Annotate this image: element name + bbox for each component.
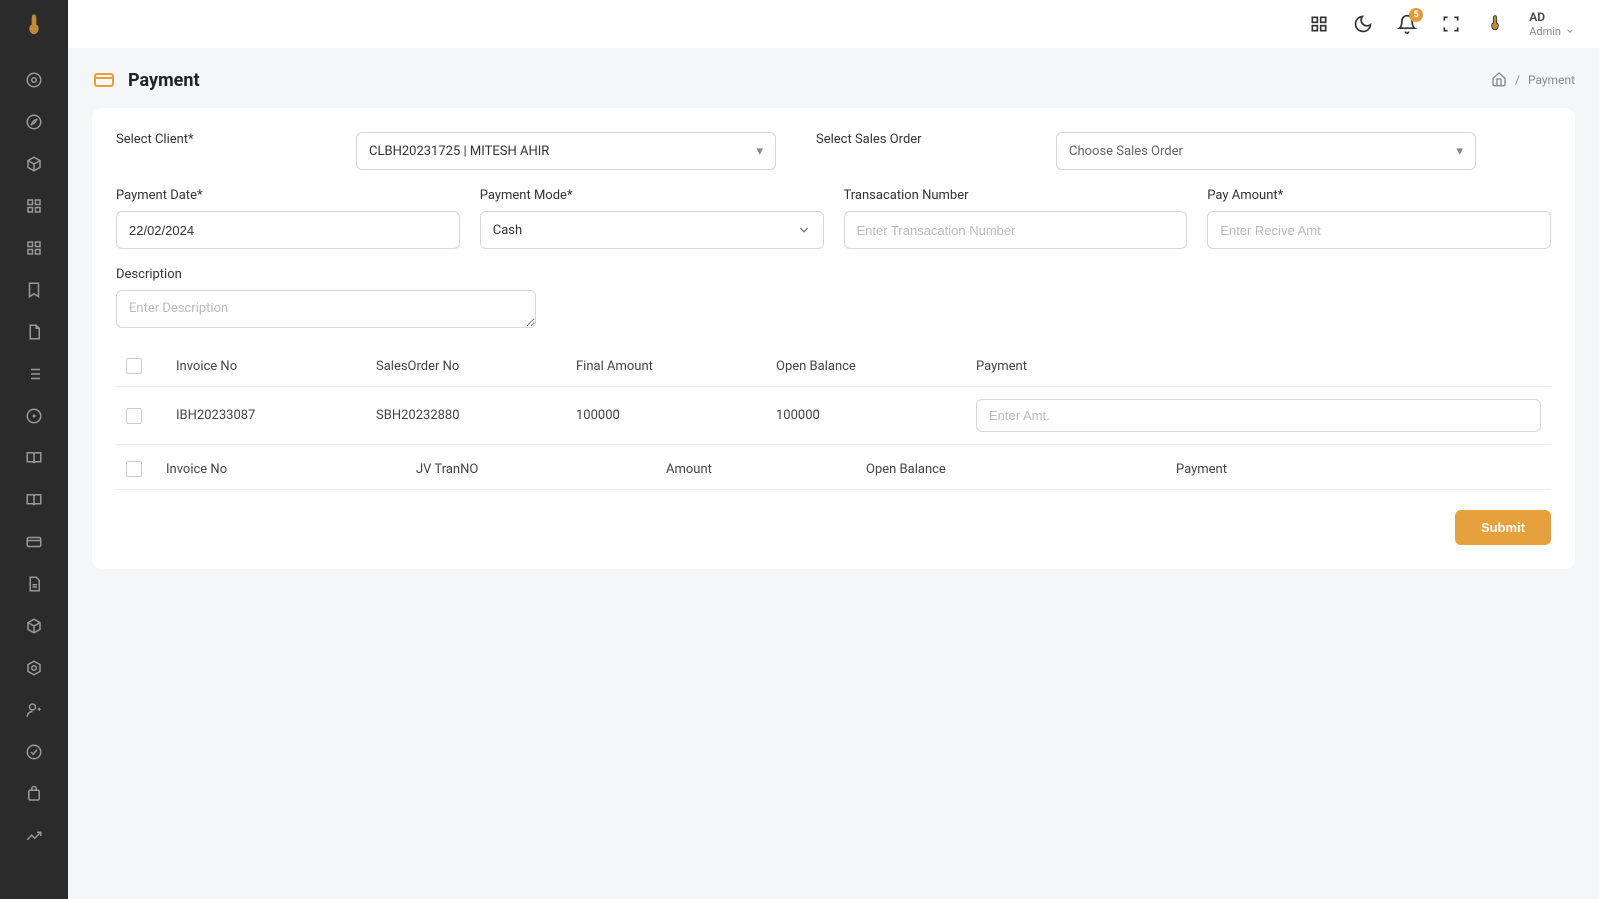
sidebar-item-bookmark[interactable]	[14, 270, 54, 310]
row-checkbox[interactable]	[126, 408, 142, 424]
sidebar-item-grid-2[interactable]	[14, 228, 54, 268]
jv-table: Invoice No JV TranNO Amount Open Balance…	[116, 449, 1551, 490]
sidebar-item-compass[interactable]	[14, 102, 54, 142]
invoice-table: Invoice No SalesOrder No Final Amount Op…	[116, 346, 1551, 445]
notification-badge: 5	[1409, 8, 1423, 22]
main-content: Payment / Payment Select Client* CLBH202…	[68, 48, 1599, 589]
apps-icon[interactable]	[1309, 14, 1329, 34]
dark-mode-icon[interactable]	[1353, 14, 1373, 34]
submit-button[interactable]: Submit	[1455, 510, 1551, 545]
th2-amount: Amount	[656, 449, 856, 490]
sidebar-item-check[interactable]	[14, 732, 54, 772]
table-row: IBH20233087 SBH20232880 100000 100000	[116, 387, 1551, 445]
payment-date-input[interactable]	[116, 211, 460, 249]
payment-card: Select Client* CLBH20231725 | MITESH AHI…	[92, 108, 1575, 569]
page-title: Payment	[128, 70, 200, 91]
payment-page-icon	[92, 68, 116, 92]
th-open-balance: Open Balance	[766, 346, 966, 387]
chevron-down-icon: ▾	[1456, 144, 1463, 159]
description-label: Description	[116, 267, 536, 282]
th2-payment: Payment	[1166, 449, 1551, 490]
row-payment-input[interactable]	[976, 399, 1541, 432]
th2-jv-tranno: JV TranNO	[406, 449, 656, 490]
sidebar-item-user[interactable]	[14, 690, 54, 730]
th-invoice-no: Invoice No	[166, 346, 366, 387]
sidebar-item-card[interactable]	[14, 522, 54, 562]
sidebar-item-grid-1[interactable]	[14, 186, 54, 226]
sidebar-item-bag[interactable]	[14, 774, 54, 814]
transaction-number-label: Transacation Number	[844, 188, 1188, 203]
sidebar-item-book-1[interactable]	[14, 438, 54, 478]
th2-invoice-no: Invoice No	[156, 449, 406, 490]
sidebar-item-package[interactable]	[14, 144, 54, 184]
select-client-label: Select Client*	[116, 132, 336, 147]
sidebar-item-file[interactable]	[14, 564, 54, 604]
description-textarea[interactable]	[116, 290, 536, 328]
payment-mode-label: Payment Mode*	[480, 188, 824, 203]
transaction-number-input[interactable]	[844, 211, 1188, 249]
chevron-down-icon: ▾	[756, 144, 763, 159]
payment-mode-value: Cash	[493, 223, 522, 238]
user-initials: AD	[1529, 10, 1575, 24]
pay-amount-input[interactable]	[1207, 211, 1551, 249]
select-sales-order-value: Choose Sales Order	[1069, 144, 1183, 159]
breadcrumb-current: Payment	[1528, 73, 1575, 87]
cell-open-balance: 100000	[766, 387, 966, 445]
payment-date-label: Payment Date*	[116, 188, 460, 203]
fullscreen-icon[interactable]	[1441, 14, 1461, 34]
select-all-jv-checkbox[interactable]	[126, 461, 142, 477]
sidebar-item-document[interactable]	[14, 312, 54, 352]
page-header: Payment / Payment	[92, 68, 1575, 92]
select-sales-order-label: Select Sales Order	[816, 132, 1036, 147]
cell-invoice-no: IBH20233087	[166, 387, 366, 445]
th2-open-balance: Open Balance	[856, 449, 1166, 490]
sidebar-item-trending[interactable]	[14, 816, 54, 856]
select-all-checkbox[interactable]	[126, 358, 142, 374]
sidebar-item-dashboard[interactable]	[14, 60, 54, 100]
select-client-value: CLBH20231725 | MITESH AHIR	[369, 144, 549, 159]
th-payment: Payment	[966, 346, 1551, 387]
th-final-amount: Final Amount	[566, 346, 766, 387]
breadcrumb-sep: /	[1515, 73, 1520, 87]
sidebar-item-book-2[interactable]	[14, 480, 54, 520]
user-role: Admin	[1529, 25, 1575, 38]
payment-mode-dropdown[interactable]: Cash	[480, 211, 824, 249]
user-menu[interactable]: AD Admin	[1529, 10, 1575, 38]
th-salesorder-no: SalesOrder No	[366, 346, 566, 387]
select-sales-order-dropdown[interactable]: Choose Sales Order ▾	[1056, 132, 1476, 170]
breadcrumb: / Payment	[1491, 71, 1575, 90]
sidebar-item-target[interactable]	[14, 396, 54, 436]
chevron-down-icon	[797, 223, 811, 237]
pay-amount-label: Pay Amount*	[1207, 188, 1551, 203]
select-client-dropdown[interactable]: CLBH20231725 | MITESH AHIR ▾	[356, 132, 776, 170]
sidebar-item-box[interactable]	[14, 606, 54, 646]
brand-icon[interactable]	[1485, 14, 1505, 34]
topbar: 5 AD Admin	[68, 0, 1599, 48]
cell-salesorder-no: SBH20232880	[366, 387, 566, 445]
sidebar-item-list[interactable]	[14, 354, 54, 394]
sidebar	[0, 0, 68, 899]
cell-final-amount: 100000	[566, 387, 766, 445]
app-logo[interactable]	[20, 12, 48, 40]
home-icon[interactable]	[1491, 71, 1507, 90]
notification-icon[interactable]: 5	[1397, 14, 1417, 34]
sidebar-item-network[interactable]	[14, 648, 54, 688]
